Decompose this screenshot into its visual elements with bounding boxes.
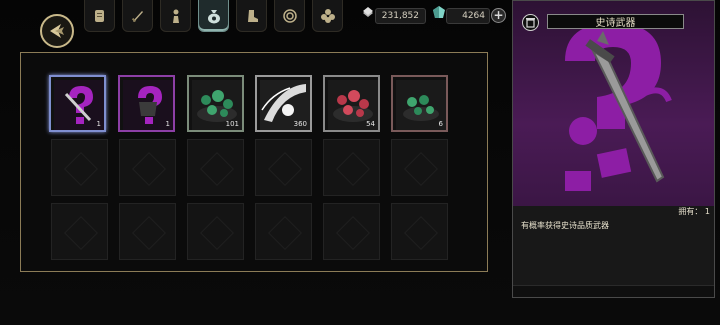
inventory-slot-epic-weapon-box[interactable]: 1 — [49, 75, 106, 132]
item-detail-artwork — [513, 1, 714, 206]
crystal-amount: 4264 — [462, 11, 485, 21]
scroll-icon — [94, 9, 104, 22]
inventory-slot-empty[interactable] — [255, 139, 312, 196]
tab-weapon[interactable] — [122, 0, 153, 32]
inventory-slot-empty[interactable] — [119, 139, 176, 196]
spiral-icon — [282, 8, 297, 23]
tab-scroll[interactable] — [84, 0, 115, 32]
silver-ingot-icon — [363, 7, 373, 17]
epic-weapon-artwork — [565, 23, 672, 191]
inventory-slot-empty[interactable] — [391, 139, 448, 196]
silver-amount: 231,852 — [381, 11, 419, 21]
item-count: 101 — [225, 120, 239, 128]
boot-icon — [247, 9, 258, 22]
inventory-slot-empty[interactable] — [187, 203, 244, 260]
detail-panel-footer — [513, 285, 714, 297]
crystal-icon — [433, 6, 445, 18]
tab-spiral[interactable] — [274, 0, 305, 32]
item-title: 史诗武器 — [595, 18, 636, 29]
owned-count: 拥有： 1 — [678, 207, 710, 216]
back-button[interactable] — [40, 14, 74, 48]
tab-money-bag[interactable] — [198, 0, 229, 32]
trash-icon — [526, 18, 535, 28]
inventory-slot-green-gems-small[interactable]: 6 — [391, 75, 448, 132]
tab-flower[interactable] — [312, 0, 343, 32]
figure-icon — [172, 9, 179, 23]
inventory-screen: 231,852 4264 + 1 1 101 360 54 6 史诗武器 拥有：… — [0, 0, 720, 325]
item-title-banner: 史诗武器 — [547, 14, 684, 29]
silver-currency-counter: 231,852 — [375, 8, 426, 24]
item-detail-panel: 史诗武器 拥有： 1 有概率获得史诗品质武器 — [512, 0, 715, 298]
flower-icon — [320, 8, 335, 23]
crystal-currency-counter: 4264 — [446, 8, 490, 24]
inventory-slot-empty[interactable] — [51, 203, 108, 260]
inventory-slot-empty[interactable] — [51, 139, 108, 196]
inventory-slot-white-orb[interactable]: 360 — [255, 75, 312, 132]
tab-figure[interactable] — [160, 0, 191, 32]
inventory-slot-red-gems[interactable]: 54 — [323, 75, 380, 132]
money-bag-icon — [207, 9, 220, 23]
item-count: 6 — [438, 120, 443, 128]
item-description: 有概率获得史诗品质武器 — [521, 221, 609, 230]
inventory-slot-empty[interactable] — [255, 203, 312, 260]
item-count: 360 — [293, 120, 307, 128]
inventory-slot-empty[interactable] — [391, 203, 448, 260]
inventory-slot-empty[interactable] — [323, 203, 380, 260]
discard-button[interactable] — [522, 14, 539, 31]
inventory-slot-empty[interactable] — [119, 203, 176, 260]
category-tabs — [84, 0, 343, 34]
inventory-slot-empty[interactable] — [323, 139, 380, 196]
sword-icon — [131, 10, 143, 22]
inventory-slot-green-gems[interactable]: 101 — [187, 75, 244, 132]
tab-boot[interactable] — [236, 0, 267, 32]
inventory-panel: 1 1 101 360 54 6 — [20, 52, 488, 272]
item-count: 1 — [96, 120, 101, 128]
inventory-slot-epic-armor-box[interactable]: 1 — [118, 75, 175, 132]
item-count: 1 — [165, 120, 170, 128]
back-arrow-icon — [50, 24, 64, 38]
add-currency-button[interactable]: + — [491, 8, 506, 23]
inventory-slot-empty[interactable] — [187, 139, 244, 196]
item-count: 54 — [366, 120, 375, 128]
